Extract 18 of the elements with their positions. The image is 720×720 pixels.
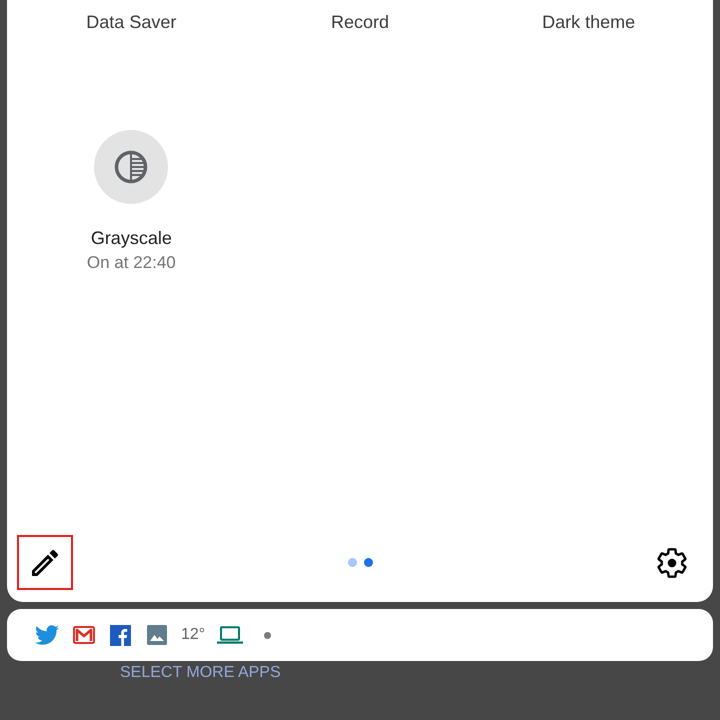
settings-button[interactable] <box>657 548 687 578</box>
select-apps-link[interactable]: SELECT MORE APPS <box>120 664 281 681</box>
bird-icon[interactable] <box>35 625 59 645</box>
pencil-icon <box>32 550 58 576</box>
tile-label: Data Saver <box>86 11 176 34</box>
tile-label: Grayscale <box>90 227 172 250</box>
image-icon[interactable] <box>147 625 167 645</box>
contrast-icon <box>114 150 148 184</box>
temperature-text: 12° <box>181 625 206 645</box>
dot-icon <box>264 632 272 638</box>
tile-label: Record <box>330 11 389 34</box>
f-logo-icon[interactable] <box>110 624 131 646</box>
edit-button[interactable] <box>32 550 58 576</box>
mail-icon[interactable] <box>73 626 95 644</box>
laptop-icon[interactable] <box>217 626 244 644</box>
tile-label: Dark theme <box>542 11 636 34</box>
tile-status: On at 22:40 <box>86 252 176 274</box>
settings-icon <box>657 548 687 578</box>
